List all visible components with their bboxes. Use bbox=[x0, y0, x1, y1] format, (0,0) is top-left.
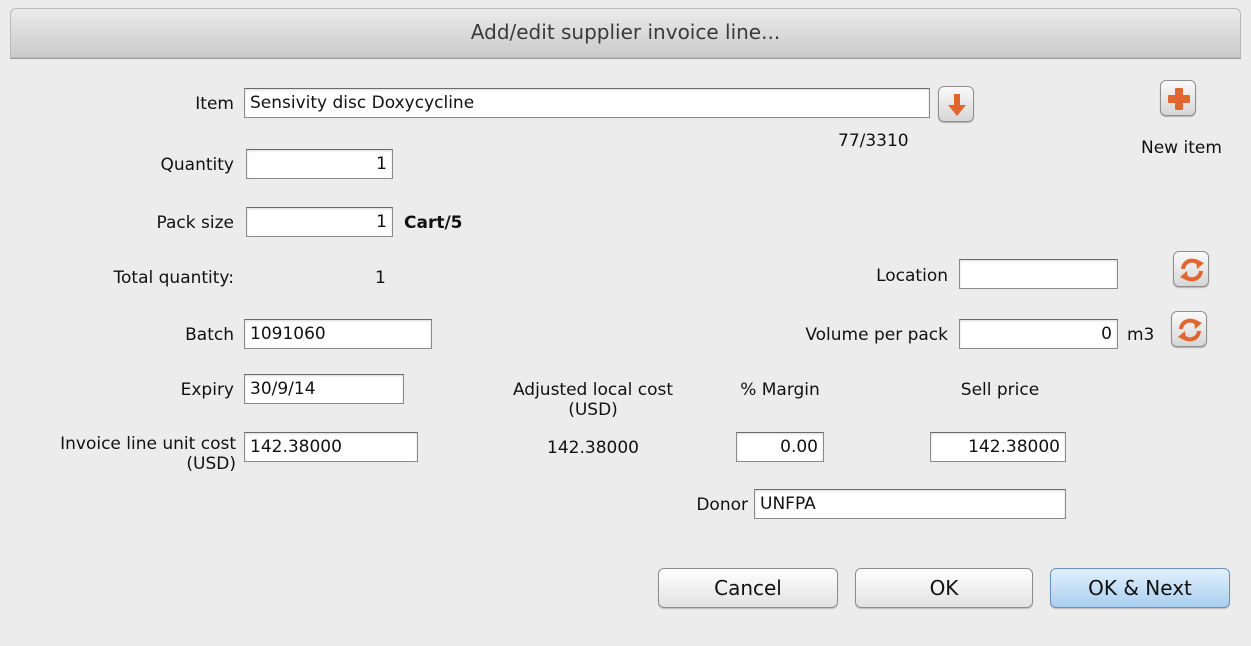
location-field[interactable] bbox=[959, 259, 1118, 289]
refresh-icon bbox=[1180, 258, 1204, 282]
quantity-label: Quantity bbox=[160, 155, 234, 175]
location-label: Location bbox=[876, 266, 948, 286]
batch-label: Batch bbox=[185, 325, 234, 345]
donor-field[interactable]: UNFPA bbox=[754, 489, 1066, 519]
down-arrow-icon bbox=[948, 94, 966, 116]
margin-field[interactable]: 0.00 bbox=[736, 432, 824, 462]
cancel-button[interactable]: Cancel bbox=[658, 568, 838, 608]
unit-cost-field[interactable]: 142.38000 bbox=[244, 432, 418, 462]
total-quantity-value: 1 bbox=[375, 268, 386, 288]
volume-field[interactable]: 0 bbox=[959, 319, 1118, 349]
pack-size-field[interactable]: 1 bbox=[246, 207, 393, 237]
title-bar: Add/edit supplier invoice line... bbox=[10, 8, 1241, 59]
pack-size-label: Pack size bbox=[156, 213, 234, 233]
adjusted-cost-label: Adjusted local cost (USD) bbox=[493, 380, 693, 420]
sell-price-field[interactable]: 142.38000 bbox=[930, 432, 1066, 462]
volume-refresh-button[interactable] bbox=[1171, 311, 1207, 347]
item-lookup-button[interactable] bbox=[938, 86, 974, 122]
refresh-icon bbox=[1178, 318, 1202, 342]
donor-label: Donor bbox=[696, 495, 748, 515]
expiry-label: Expiry bbox=[180, 380, 234, 400]
ok-button[interactable]: OK bbox=[855, 568, 1033, 608]
item-counter: 77/3310 bbox=[838, 131, 909, 151]
adjusted-cost-label-line1: Adjusted local cost bbox=[512, 380, 674, 400]
unit-cost-label: Invoice line unit cost (USD) bbox=[20, 434, 236, 474]
unit-cost-label-line1: Invoice line unit cost bbox=[60, 434, 236, 454]
new-item-label[interactable]: New item bbox=[1141, 138, 1222, 158]
adjusted-cost-value: 142.38000 bbox=[547, 438, 639, 458]
volume-label: Volume per pack bbox=[805, 325, 948, 345]
window-title: Add/edit supplier invoice line... bbox=[470, 20, 781, 44]
expiry-field[interactable]: 30/9/14 bbox=[244, 374, 404, 404]
new-item-button[interactable] bbox=[1160, 80, 1196, 116]
plus-icon bbox=[1168, 88, 1190, 110]
ok-next-button[interactable]: OK & Next bbox=[1050, 568, 1230, 608]
adjusted-cost-label-line2: (USD) bbox=[568, 400, 618, 420]
item-label: Item bbox=[195, 94, 234, 114]
item-field[interactable]: Sensivity disc Doxycycline bbox=[244, 88, 930, 118]
volume-unit: m3 bbox=[1127, 325, 1155, 345]
pack-size-unit: Cart/5 bbox=[404, 213, 463, 233]
total-quantity-label: Total quantity: bbox=[113, 268, 234, 288]
margin-label: % Margin bbox=[740, 380, 820, 400]
sell-price-label: Sell price bbox=[960, 380, 1040, 400]
location-refresh-button[interactable] bbox=[1173, 251, 1209, 287]
unit-cost-label-line2: (USD) bbox=[186, 454, 236, 474]
batch-field[interactable]: 1091060 bbox=[244, 319, 432, 349]
quantity-field[interactable]: 1 bbox=[246, 149, 393, 179]
